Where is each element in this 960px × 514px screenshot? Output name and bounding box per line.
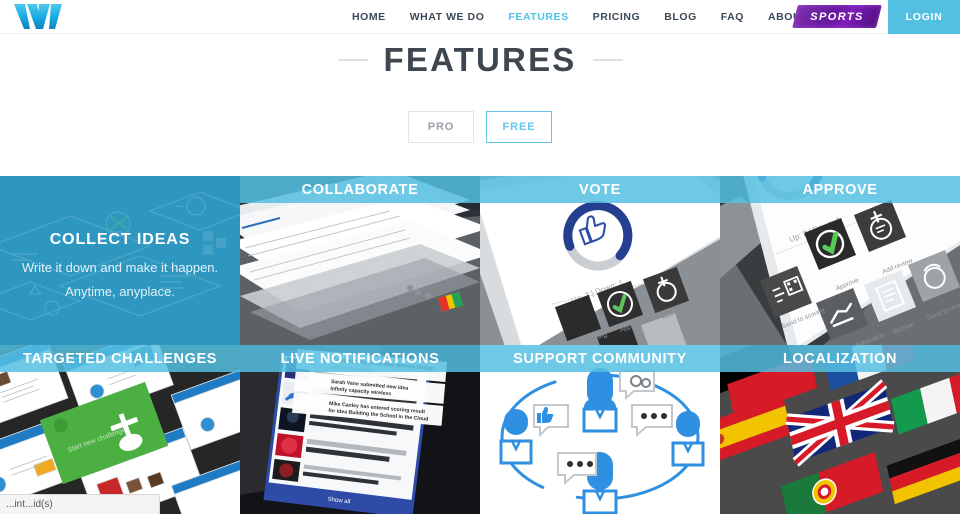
feature-tile-collaborate[interactable]: COLLABORATE <box>240 176 480 345</box>
tile-label-collaborate: COLLABORATE <box>240 176 480 203</box>
feature-tile-support-community[interactable]: SUPPORT COMMUNITY <box>480 345 720 514</box>
nav-item-features[interactable]: FEATURES <box>496 0 580 34</box>
title-dash-left <box>337 59 368 61</box>
site-header: HOME WHAT WE DO FEATURES PRICING BLOG FA… <box>0 0 960 34</box>
feature-tile-approve[interactable]: Up: 3 | Down: 1 <box>720 176 960 345</box>
login-button[interactable]: LOGIN <box>888 0 960 34</box>
feature-tile-targeted-challenges[interactable]: Start new challenge TARGETED CHALLENGES <box>0 345 240 514</box>
nav-item-faq[interactable]: FAQ <box>709 0 756 34</box>
tile-label-localization: LOCALIZATION <box>720 345 960 372</box>
title-dash-right <box>592 59 623 61</box>
tab-free[interactable]: FREE <box>486 111 552 143</box>
page-title: FEATURES <box>383 41 577 78</box>
feature-tile-localization[interactable]: LOCALIZATION <box>720 345 960 514</box>
tile-label-approve: APPROVE <box>720 176 960 203</box>
nav-item-home[interactable]: HOME <box>340 0 398 34</box>
feature-tile-grid: COLLECT IDEAS Write it down and make it … <box>0 176 960 514</box>
browser-status-bar: ...int...id(s) <box>0 494 160 514</box>
feature-tile-vote[interactable]: Up: 3 | Down: 1 Send to scoring Approve … <box>480 176 720 345</box>
tile-label-targeted-challenges: TARGETED CHALLENGES <box>0 345 240 372</box>
page-title-row: FEATURES <box>0 34 960 86</box>
sports-badge-button[interactable]: SPORTS <box>792 5 882 28</box>
site-logo[interactable] <box>10 1 70 33</box>
main-nav: HOME WHAT WE DO FEATURES PRICING BLOG FA… <box>340 0 839 34</box>
plan-tabs: PRO FREE <box>0 108 960 146</box>
tile-overlay-desc-collect-ideas: Write it down and make it happen. Anytim… <box>21 260 219 299</box>
nav-item-blog[interactable]: BLOG <box>652 0 709 34</box>
features-page: HOME WHAT WE DO FEATURES PRICING BLOG FA… <box>0 0 960 514</box>
logo-icon <box>14 4 62 29</box>
tile-label-live-notifications: LIVE NOTIFICATIONS <box>240 345 480 372</box>
tile-art-collect-ideas: COLLECT IDEAS Write it down and make it … <box>0 176 240 345</box>
tile-label-vote: VOTE <box>480 176 720 203</box>
feature-tile-collect-ideas[interactable]: COLLECT IDEAS Write it down and make it … <box>0 176 240 345</box>
tab-pro[interactable]: PRO <box>408 111 474 143</box>
tile-label-support-community: SUPPORT COMMUNITY <box>480 345 720 372</box>
nav-item-what-we-do[interactable]: WHAT WE DO <box>398 0 497 34</box>
sports-badge-label: SPORTS <box>810 10 864 23</box>
nav-item-pricing[interactable]: PRICING <box>581 0 653 34</box>
tile-overlay-title-collect-ideas: COLLECT IDEAS <box>49 231 191 248</box>
feature-tile-live-notifications[interactable]: Show all Campaign 'Ideas for New Website… <box>240 345 480 514</box>
